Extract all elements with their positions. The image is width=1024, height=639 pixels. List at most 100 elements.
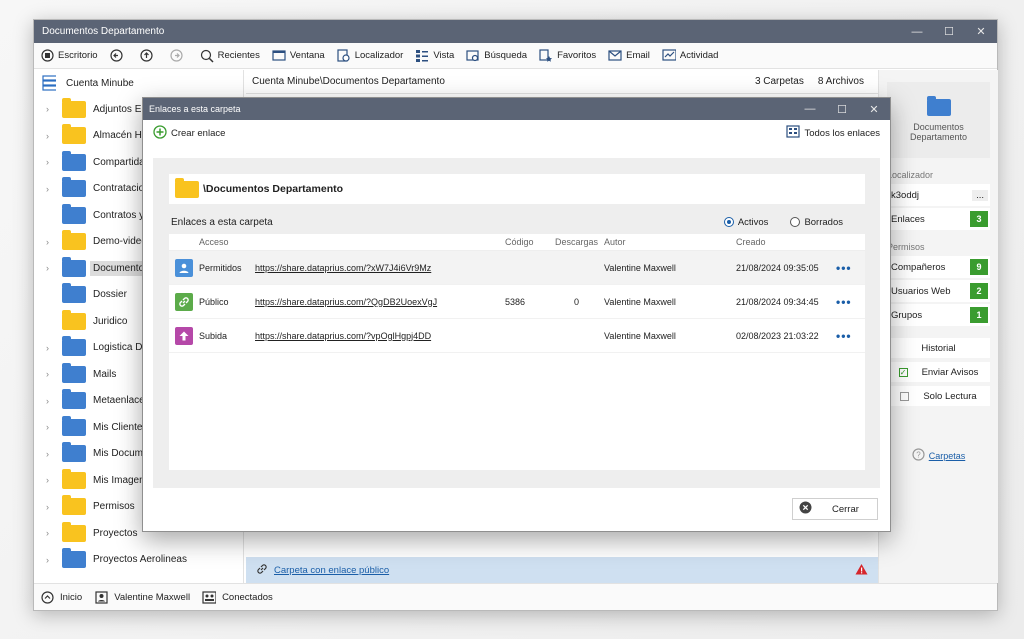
links-count-badge: 3 — [970, 211, 988, 227]
radio-selected-icon — [723, 217, 734, 227]
toolbar-favoritos[interactable]: Favoritos — [539, 48, 596, 63]
locator-section-label: Localizador — [887, 170, 934, 180]
chevron-right-icon[interactable]: › — [46, 449, 56, 459]
links-dialog: Enlaces a esta carpeta — ☐ ✕ Crear enlac… — [142, 97, 891, 532]
connected-button[interactable]: Conectados — [202, 590, 273, 604]
help-icon: ? — [912, 448, 925, 463]
history-button[interactable]: Historial — [887, 338, 990, 358]
chevron-right-icon[interactable]: › — [46, 475, 56, 485]
more-options-button[interactable]: ••• — [836, 329, 865, 343]
filter-deleted-radio[interactable]: Borrados — [790, 217, 843, 228]
dialog-close-x-button[interactable]: ✕ — [858, 103, 890, 116]
chevron-right-icon[interactable]: › — [46, 555, 56, 565]
up-button[interactable] — [140, 49, 158, 63]
chevron-right-icon[interactable]: › — [46, 343, 56, 353]
home-button[interactable]: Inicio — [40, 590, 82, 604]
created-cell: 02/08/2023 21:03:22 — [736, 330, 819, 341]
column-author[interactable]: Autor — [604, 237, 736, 247]
toolbar-busqueda[interactable]: Búsqueda — [466, 49, 527, 63]
share-link[interactable]: https://share.dataprius.com/?QgDB2UoexVg… — [255, 297, 437, 307]
checkbox-icon[interactable] — [900, 391, 910, 401]
readonly-toggle[interactable]: Solo Lectura — [887, 386, 990, 406]
locator-more-button[interactable]: ... — [972, 189, 988, 201]
user-button[interactable]: Valentine Maxwell — [94, 590, 190, 604]
filter-active-radio[interactable]: Activos — [723, 217, 768, 228]
tree-root[interactable]: Cuenta Minube — [34, 70, 243, 96]
current-path: Cuenta Minube\Documentos Departamento — [252, 76, 445, 87]
toolbar-label: Ventana — [289, 50, 325, 61]
add-circle-icon — [153, 124, 167, 142]
chevron-right-icon[interactable]: › — [46, 104, 56, 114]
chevron-right-icon[interactable]: › — [46, 502, 56, 512]
created-cell: 21/08/2024 09:35:05 — [736, 262, 819, 273]
folder-icon — [62, 230, 86, 251]
table-row[interactable]: Público https://share.dataprius.com/?QgDB… — [169, 285, 865, 319]
folder-icon — [926, 95, 951, 116]
close-button[interactable]: ✕ — [965, 25, 997, 38]
tree-item[interactable]: › Proyectos Aerolineas — [34, 547, 243, 574]
create-link-label: Crear enlace — [171, 127, 226, 139]
folder-icon — [62, 283, 86, 304]
access-cell: Subida — [199, 330, 228, 341]
chevron-right-icon[interactable]: › — [46, 184, 56, 194]
perm-row-companeros[interactable]: Compañeros 9 — [887, 256, 990, 278]
chevron-right-icon[interactable]: › — [46, 263, 56, 273]
help-link[interactable]: Carpetas — [929, 451, 966, 461]
column-created[interactable]: Creado — [736, 237, 836, 247]
tree-item-label: Demo-video — [93, 236, 147, 248]
radio-icon — [790, 217, 801, 227]
upload-icon — [175, 326, 193, 345]
dialog-minimize-button[interactable]: — — [794, 103, 826, 115]
folder-icon — [62, 468, 86, 489]
table-row[interactable]: Subida https://share.dataprius.com/?vpOgl… — [169, 319, 865, 353]
folder-icon — [62, 203, 86, 224]
chevron-right-icon[interactable]: › — [46, 157, 56, 167]
forward-button[interactable] — [170, 49, 188, 63]
toolbar-label: Escritorio — [58, 50, 98, 61]
toolbar-email[interactable]: Email — [608, 49, 650, 63]
notify-toggle[interactable]: ✓ Enviar Avisos — [887, 362, 990, 382]
favorites-icon — [539, 48, 553, 63]
help-row: ? Carpetas — [879, 448, 998, 463]
more-options-button[interactable]: ••• — [836, 295, 865, 309]
dialog-title: Enlaces a esta carpeta — [149, 104, 241, 114]
warning-icon[interactable] — [855, 563, 868, 578]
back-button[interactable] — [110, 49, 128, 63]
toolbar-localizador[interactable]: Localizador — [337, 48, 403, 63]
author-cell: Valentine Maxwell — [604, 262, 676, 273]
more-options-button[interactable]: ••• — [836, 261, 865, 275]
chevron-right-icon[interactable]: › — [46, 131, 56, 141]
links-table-body: Permitidos https://share.dataprius.com/?x… — [169, 251, 865, 353]
perm-row-grupos[interactable]: Grupos 1 — [887, 304, 990, 326]
public-link-banner-link[interactable]: Carpeta con enlace público — [274, 565, 389, 576]
create-link-button[interactable]: Crear enlace — [153, 124, 226, 142]
share-link[interactable]: https://share.dataprius.com/?vpOglHgpj4D… — [255, 331, 431, 341]
chevron-right-icon[interactable]: › — [46, 422, 56, 432]
perm-row-usuarios-web[interactable]: Usuarios Web 2 — [887, 280, 990, 302]
chevron-right-icon[interactable]: › — [46, 528, 56, 538]
locator-icon — [337, 48, 351, 63]
toolbar-recientes[interactable]: Recientes — [200, 49, 260, 63]
column-code[interactable]: Código — [505, 237, 549, 247]
maximize-button[interactable]: ☐ — [933, 25, 965, 38]
desktop-icon — [40, 49, 54, 63]
toolbar-vista[interactable]: Vista — [415, 49, 454, 63]
toolbar-escritorio[interactable]: Escritorio — [40, 49, 98, 63]
checkbox-checked-icon[interactable]: ✓ — [898, 367, 908, 377]
column-downloads[interactable]: Descargas — [549, 237, 604, 247]
perm-label: Compañeros — [891, 261, 946, 273]
chevron-right-icon[interactable]: › — [46, 237, 56, 247]
toolbar-ventana[interactable]: Ventana — [272, 49, 325, 63]
toolbar-actividad[interactable]: Actividad — [662, 49, 718, 63]
column-access[interactable]: Acceso — [199, 237, 255, 247]
close-dialog-button[interactable]: Cerrar — [792, 498, 878, 520]
chevron-right-icon[interactable]: › — [46, 369, 56, 379]
all-links-button[interactable]: Todos los enlaces — [786, 125, 880, 141]
links-row[interactable]: Enlaces 3 — [887, 208, 990, 230]
dialog-maximize-button[interactable]: ☐ — [826, 103, 858, 116]
minimize-button[interactable]: — — [901, 26, 933, 38]
chevron-right-icon[interactable]: › — [46, 396, 56, 406]
code-cell: 5386 — [505, 296, 526, 307]
share-link[interactable]: https://share.dataprius.com/?xW7J4i6Vr9M… — [255, 263, 431, 273]
table-row[interactable]: Permitidos https://share.dataprius.com/?x… — [169, 251, 865, 285]
